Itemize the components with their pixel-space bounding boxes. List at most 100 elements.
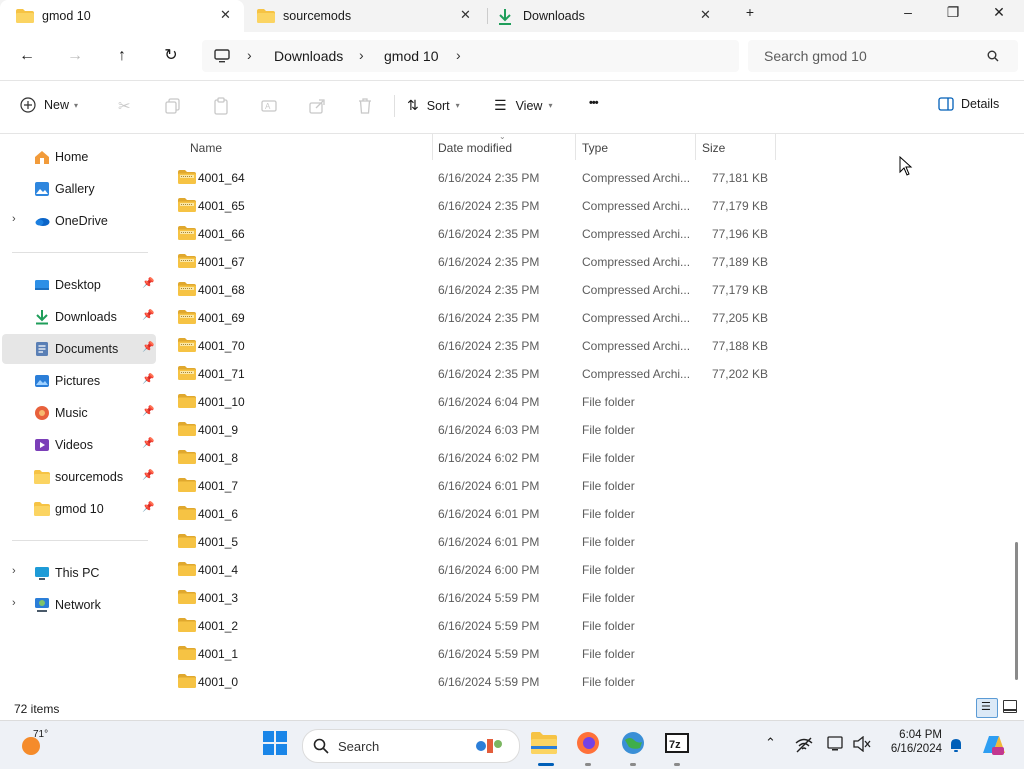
view-button[interactable]: ☰ View ▾ [494,97,552,114]
sidebar-item-onedrive[interactable]: › OneDrive [2,206,156,236]
table-row[interactable]: 4001_69 6/16/2024 2:35 PM Compressed Archi… [170,304,780,332]
chevron-right-icon[interactable]: › [456,47,461,63]
taskbar-file-explorer[interactable] [530,730,560,760]
vertical-scrollbar[interactable] [1012,134,1022,694]
search-input[interactable]: Search gmod 10 [748,40,1018,72]
chevron-up-icon[interactable]: ⌃ [765,735,776,751]
pin-icon[interactable]: 📌 [142,438,154,449]
taskbar-firefox[interactable] [575,730,605,760]
cut-button[interactable]: ✂ [118,97,131,115]
column-header-type[interactable]: Type [582,141,608,155]
table-row[interactable]: 4001_6 6/16/2024 6:01 PM File folder [170,500,780,528]
tab-sourcemods[interactable]: sourcemods ✕ [244,0,488,32]
breadcrumb-gmod-10[interactable]: gmod 10 [384,48,438,64]
sidebar-item-documents[interactable]: Documents 📌 [2,334,156,364]
sidebar-item-gmod-10[interactable]: gmod 10 📌 [2,494,156,524]
table-row[interactable]: 4001_65 6/16/2024 2:35 PM Compressed Archi… [170,192,780,220]
refresh-button[interactable]: ↻ [159,44,183,68]
details-view-toggle[interactable]: ☰ [976,698,998,718]
column-header-name[interactable]: Name [190,141,222,155]
table-row[interactable]: 4001_4 6/16/2024 6:00 PM File folder [170,556,780,584]
breadcrumb-downloads[interactable]: Downloads [274,48,343,64]
chevron-right-icon[interactable]: › [247,47,252,63]
sidebar-item-videos[interactable]: Videos 📌 [2,430,156,460]
column-separator[interactable] [432,134,433,160]
table-row[interactable]: 4001_1 6/16/2024 5:59 PM File folder [170,640,780,668]
network-status-icon[interactable] [795,737,813,753]
large-icons-view-toggle[interactable] [1003,700,1017,713]
column-separator[interactable] [775,134,776,160]
table-row[interactable]: 4001_2 6/16/2024 5:59 PM File folder [170,612,780,640]
delete-icon[interactable] [356,97,374,115]
column-header-size[interactable]: Size [702,141,725,155]
sort-button[interactable]: ⇅ Sort ▾ [407,97,460,114]
column-separator[interactable] [695,134,696,160]
table-row[interactable]: 4001_10 6/16/2024 6:04 PM File folder [170,388,780,416]
taskbar-search-box[interactable]: Search [302,729,520,763]
volume-icon[interactable] [853,736,871,752]
pin-icon[interactable]: 📌 [142,310,154,321]
table-row[interactable]: 4001_7 6/16/2024 6:01 PM File folder [170,472,780,500]
taskbar-browser-globe[interactable] [620,730,650,760]
address-bar[interactable]: › Downloads › gmod 10 › [202,40,739,72]
scrollbar-thumb[interactable] [1015,542,1018,680]
sidebar-item-music[interactable]: Music 📌 [2,398,156,428]
chevron-right-icon[interactable]: › [12,213,16,225]
table-row[interactable]: 4001_3 6/16/2024 5:59 PM File folder [170,584,780,612]
sidebar-item-home[interactable]: Home [2,142,156,172]
forward-button[interactable]: → [63,44,87,68]
sidebar-item-pictures[interactable]: Pictures 📌 [2,366,156,396]
tab-downloads[interactable]: Downloads ✕ [488,0,724,32]
notification-bell-icon[interactable] [948,737,964,753]
sidebar-item-sourcemods[interactable]: sourcemods 📌 [2,462,156,492]
paste-icon[interactable] [212,97,230,115]
pin-icon[interactable]: 📌 [142,374,154,385]
table-row[interactable]: 4001_67 6/16/2024 2:35 PM Compressed Archi… [170,248,780,276]
table-row[interactable]: 4001_64 6/16/2024 2:35 PM Compressed Archi… [170,164,780,192]
clock[interactable]: 6:04 PM 6/16/2024 [880,729,942,755]
back-button[interactable]: ← [15,44,39,68]
table-row[interactable]: 4001_71 6/16/2024 2:35 PM Compressed Archi… [170,360,780,388]
chevron-right-icon[interactable]: › [359,47,364,63]
column-separator[interactable] [575,134,576,160]
close-tab-icon[interactable]: ✕ [460,7,471,23]
close-window-button[interactable]: ✕ [984,4,1014,26]
pin-icon[interactable]: 📌 [142,470,154,481]
close-tab-icon[interactable]: ✕ [700,7,711,23]
table-row[interactable]: 4001_66 6/16/2024 2:35 PM Compressed Archi… [170,220,780,248]
sidebar-item-network[interactable]: › Network [2,590,156,620]
taskbar-7zip[interactable]: 7z [664,730,694,760]
sidebar-item-downloads[interactable]: Downloads 📌 [2,302,156,332]
sidebar-item-desktop[interactable]: Desktop 📌 [2,270,156,300]
share-icon[interactable] [308,97,326,115]
minimize-button[interactable]: – [893,4,923,26]
display-icon[interactable] [827,736,845,752]
table-row[interactable]: 4001_0 6/16/2024 5:59 PM File folder [170,668,780,696]
tab-gmod-10[interactable]: gmod 10 ✕ [0,0,244,32]
table-row[interactable]: 4001_5 6/16/2024 6:01 PM File folder [170,528,780,556]
table-row[interactable]: 4001_70 6/16/2024 2:35 PM Compressed Archi… [170,332,780,360]
pin-icon[interactable]: 📌 [142,406,154,417]
sidebar-item-this-pc[interactable]: › This PC [2,558,156,588]
column-header-date[interactable]: Date modified [438,141,512,155]
copy-icon[interactable] [164,97,182,115]
chevron-right-icon[interactable]: › [12,597,16,609]
weather-widget[interactable]: 71° [20,729,70,759]
rename-icon[interactable]: A [260,97,278,115]
more-options-button[interactable]: ••• [589,97,599,109]
maximize-button[interactable]: ❐ [938,4,968,26]
table-row[interactable]: 4001_68 6/16/2024 2:35 PM Compressed Archi… [170,276,780,304]
close-tab-icon[interactable]: ✕ [220,7,231,23]
table-row[interactable]: 4001_8 6/16/2024 6:02 PM File folder [170,444,780,472]
new-tab-button[interactable]: + [735,4,765,26]
chevron-right-icon[interactable]: › [12,565,16,577]
start-button[interactable] [262,730,292,760]
sidebar-item-gallery[interactable]: Gallery [2,174,156,204]
copilot-icon[interactable] [980,733,1006,757]
pin-icon[interactable]: 📌 [142,502,154,513]
table-row[interactable]: 4001_9 6/16/2024 6:03 PM File folder [170,416,780,444]
pin-icon[interactable]: 📌 [142,278,154,289]
up-button[interactable]: ↑ [110,44,134,68]
new-button[interactable]: New ▾ [20,97,78,113]
pin-icon[interactable]: 📌 [142,342,154,353]
